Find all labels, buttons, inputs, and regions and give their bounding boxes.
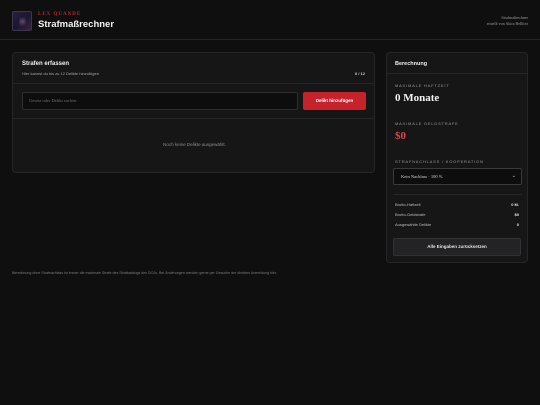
app-credit: Strafmaßrechner erstellt von Akira Bellf…: [487, 15, 528, 27]
gross-time-label: Brutto-Haftzeit: [395, 202, 421, 207]
discount-select[interactable]: Kein Nachlass · 100 % ⌄: [393, 168, 522, 185]
calc-title: Berechnung: [395, 61, 428, 67]
divider: [393, 194, 522, 195]
empty-state-text: Noch keine Delikte ausgewählt.: [163, 142, 226, 147]
discount-selected-value: Kein Nachlass · 100 %: [401, 174, 443, 179]
selected-offenses-label: Ausgewählte Delikte: [395, 222, 432, 227]
calculation-panel: Berechnung MAXIMALE HAFTZEIT 0 Monate MA…: [386, 52, 528, 263]
divider: [13, 118, 374, 119]
app-title: Strafmaßrechner: [38, 19, 115, 30]
capture-title: Strafen erfassen: [22, 61, 70, 67]
add-offense-button[interactable]: Delikt hinzufügen: [303, 92, 366, 110]
gross-fine-value: $0: [514, 212, 519, 217]
brand-kicker: LEX QUANDE: [38, 12, 82, 17]
selected-offenses-value: 0: [516, 222, 519, 227]
gross-time-value: 0 M.: [511, 202, 519, 207]
offense-capture-panel: Strafen erfassen Hier kannst du bis zu 1…: [12, 52, 375, 173]
max-fine-label: MAXIMALE GELDSTRAFE: [395, 121, 459, 126]
max-time-label: MAXIMALE HAFTZEIT: [395, 83, 450, 88]
chevron-down-icon: ⌄: [511, 174, 516, 179]
footer-note: Berechnung ohne Strafnachlass ist immer …: [12, 271, 277, 275]
top-bar: LEX QUANDE Strafmaßrechner Strafmaßrechn…: [0, 0, 540, 40]
offense-counter: 0 / 12: [354, 71, 365, 76]
max-time-value: 0 Monate: [395, 92, 440, 104]
credit-author: erstellt von Akira Bellfort: [486, 21, 528, 26]
max-fine-value: $0: [395, 130, 406, 142]
reset-all-button[interactable]: Alle Eingaben zurücksetzen: [393, 238, 521, 256]
capture-subtitle: Hier kannst du bis zu 12 Delikte hinzufü…: [22, 71, 99, 76]
offense-search-input[interactable]: Gesetz oder Delikt suchen: [22, 92, 298, 110]
divider: [387, 73, 527, 74]
gross-fine-label: Brutto-Geldstrafe: [395, 212, 426, 217]
crest-logo: [12, 11, 32, 31]
divider: [13, 83, 374, 84]
discount-label: STRAFNACHLASS / KOOPERATION: [395, 159, 484, 164]
